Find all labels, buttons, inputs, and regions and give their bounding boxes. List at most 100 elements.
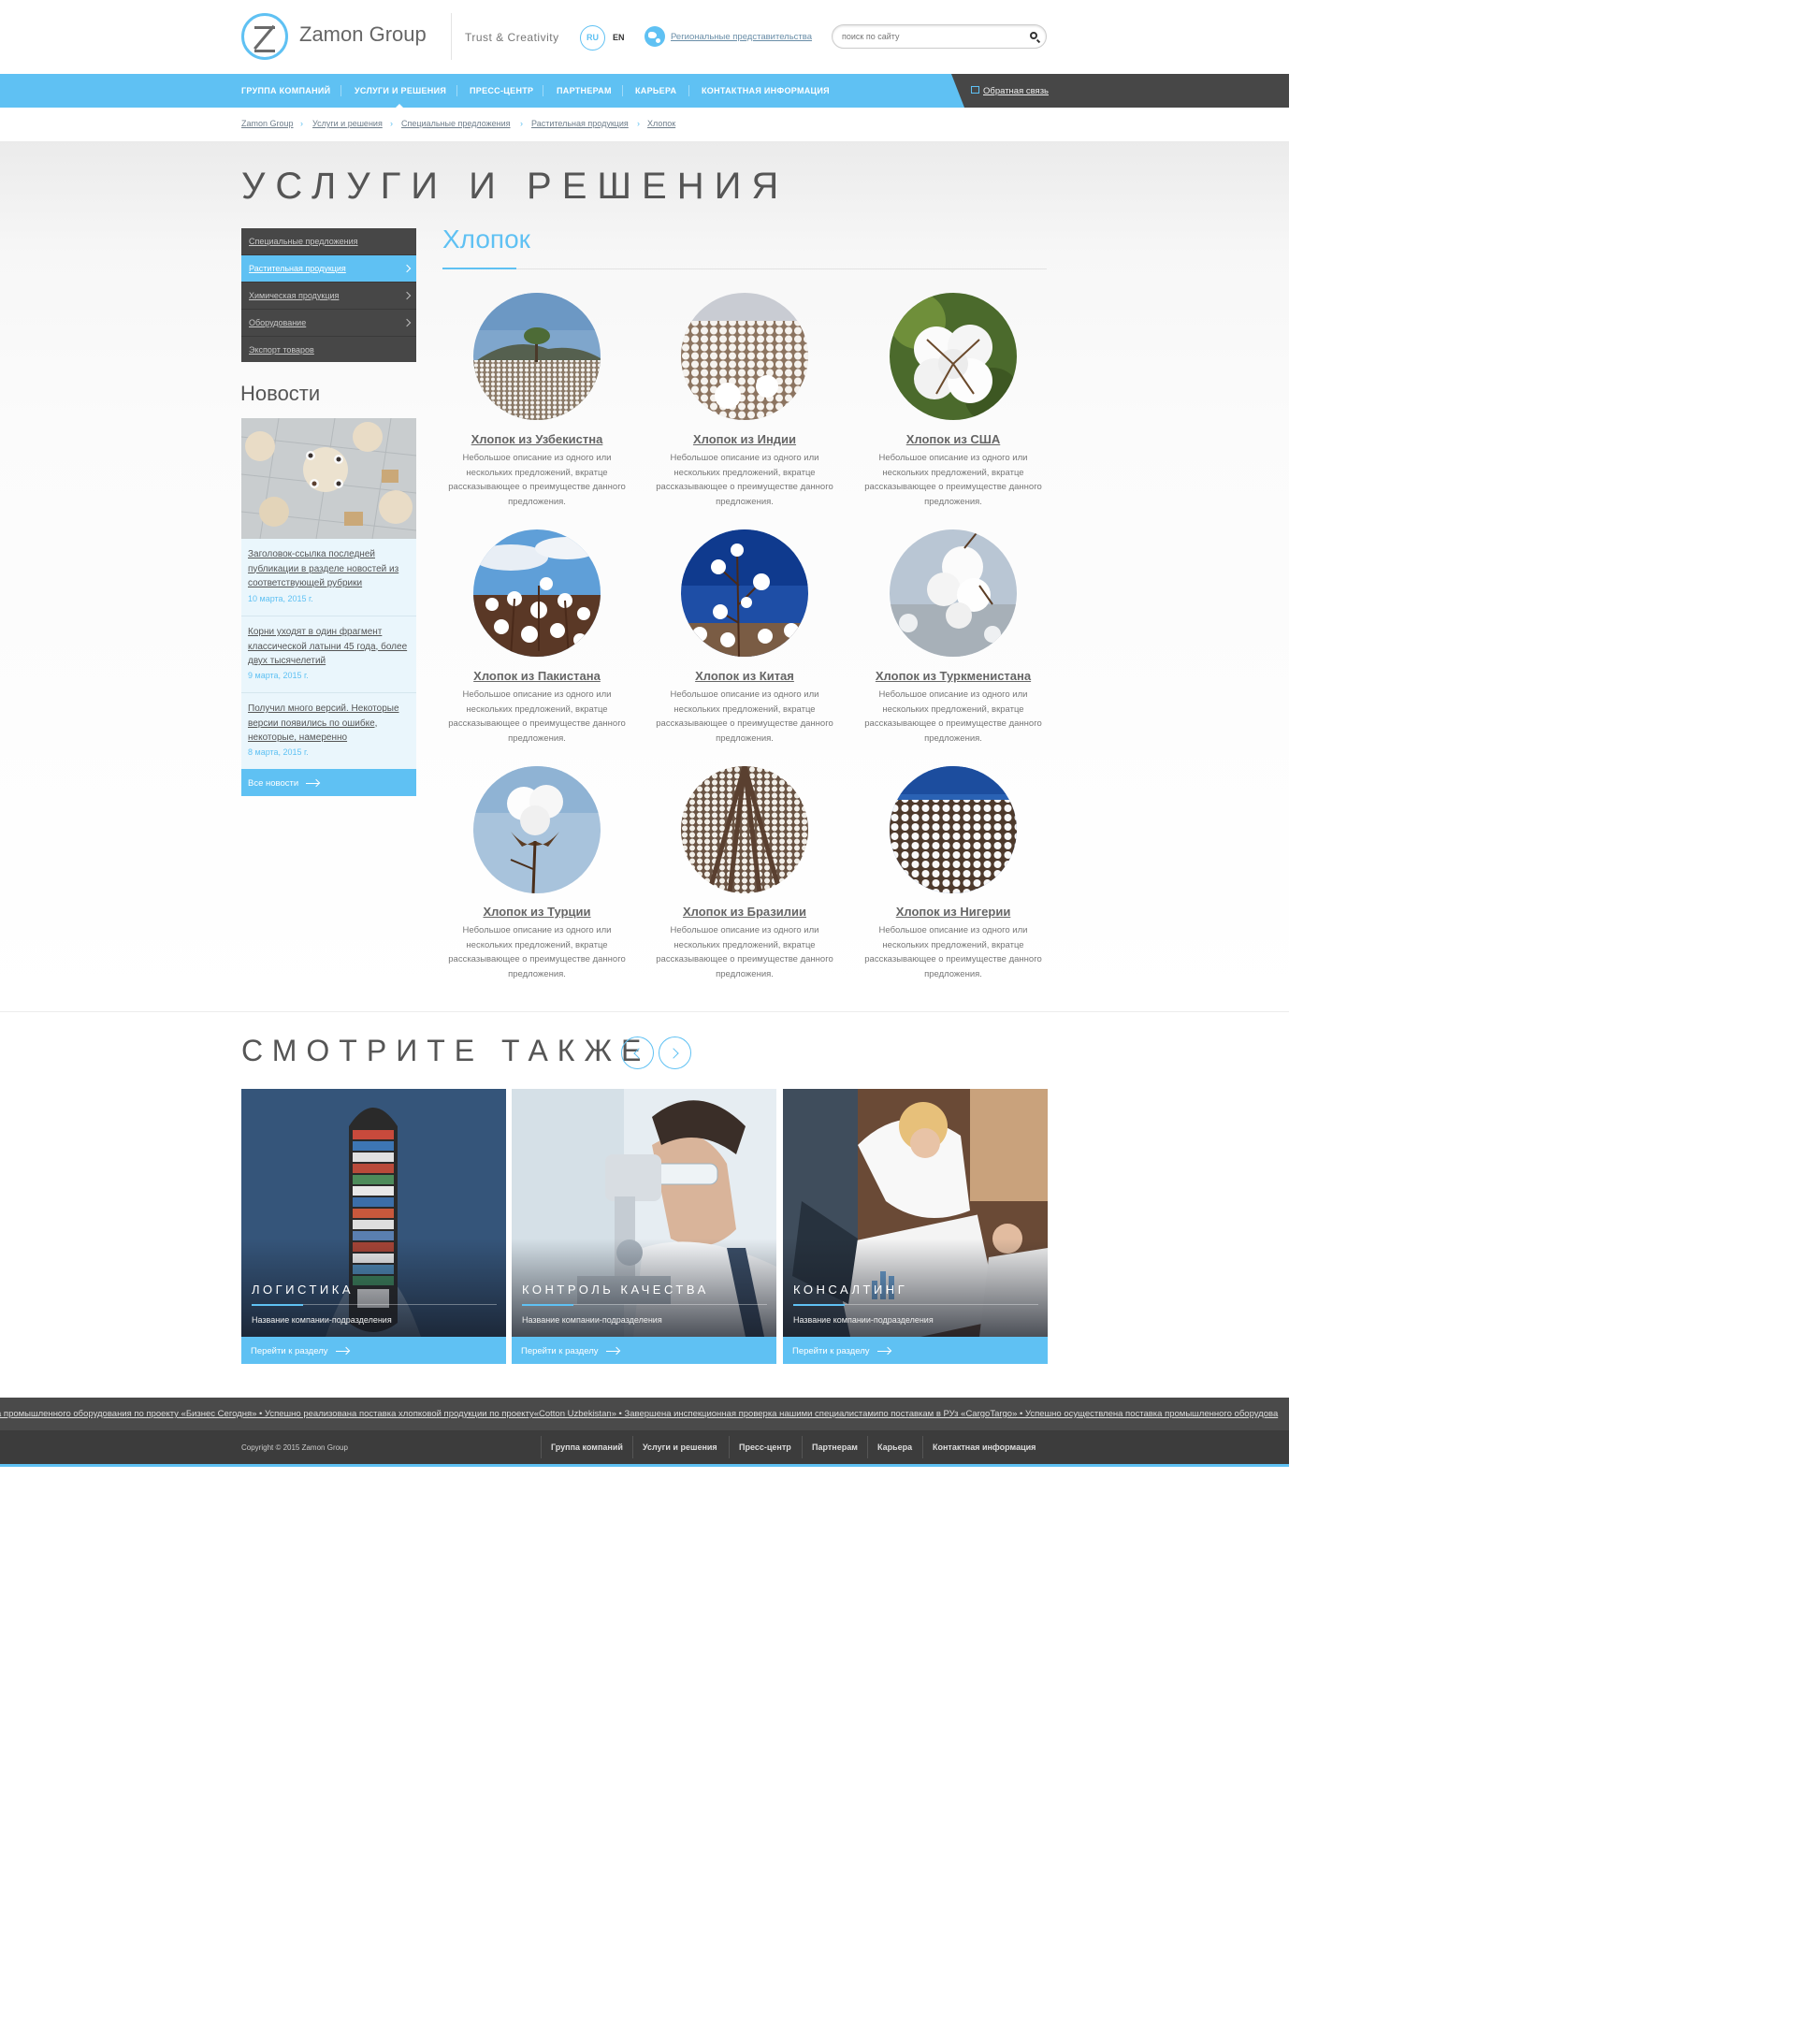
nav-divider <box>456 85 457 96</box>
card-image-turkmenistan[interactable] <box>890 529 1017 657</box>
footer-link-press[interactable]: Пресс-центр <box>739 1442 791 1452</box>
breadcrumb-home[interactable]: Zamon Group <box>241 119 294 128</box>
card-title-india[interactable]: Хлопок из Индии <box>642 432 847 446</box>
breadcrumb-plant[interactable]: Растительная продукция <box>531 119 629 128</box>
breadcrumb-special[interactable]: Специальные предложения <box>401 119 511 128</box>
footer-accent-bar <box>0 1464 1289 1467</box>
card-title-pakistan[interactable]: Хлопок из Пакистана <box>434 669 640 683</box>
tile-go-button[interactable]: Перейти к разделу <box>783 1337 1048 1364</box>
card-desc: Небольшое описание из одного или несколь… <box>656 689 833 744</box>
card-desc: Небольшое описание из одного или несколь… <box>864 689 1042 744</box>
card-desc: Небольшое описание из одного или несколь… <box>448 453 626 507</box>
card-image-uzbekistan[interactable] <box>473 293 601 420</box>
footer-link-services[interactable]: Услуги и решения <box>643 1442 717 1452</box>
card-title-turkey[interactable]: Хлопок из Турции <box>434 905 640 919</box>
active-nav-indicator <box>396 104 403 108</box>
news-item-date: 10 марта, 2015 г. <box>248 594 313 603</box>
tile-go-label: Перейти к разделу <box>521 1346 599 1356</box>
search-box <box>832 24 1047 49</box>
chevron-right-icon: › <box>390 119 393 128</box>
section-divider <box>442 268 1047 269</box>
content-background <box>0 141 1289 1012</box>
nav-divider <box>340 85 341 96</box>
sidebar-item-chemical[interactable]: Химическая продукция <box>241 283 416 310</box>
sidebar-item-export[interactable]: Экспорт товаров <box>241 337 416 364</box>
sidebar-item-plant[interactable]: Растительная продукция <box>241 255 416 283</box>
divider-accent <box>793 1304 845 1306</box>
ticker-text[interactable]: а промышленного оборудования по проекту … <box>0 1409 1278 1419</box>
carousel-next-button[interactable] <box>659 1036 691 1069</box>
footer-link-career[interactable]: Карьера <box>877 1442 912 1452</box>
search-icon[interactable] <box>1030 32 1037 39</box>
card-title-turkmenistan[interactable]: Хлопок из Туркменистана <box>850 669 1056 683</box>
divider-accent <box>522 1304 573 1306</box>
footer-link-group[interactable]: Группа компаний <box>551 1442 623 1452</box>
tile-title: Консалтинг <box>793 1283 908 1297</box>
card-desc: Небольшое описание из одного или несколь… <box>656 453 833 507</box>
arrow-right-icon <box>605 1350 619 1352</box>
nav-item-group[interactable]: Группа компаний <box>241 86 330 95</box>
nav-item-partners[interactable]: Партнерам <box>557 86 612 95</box>
news-image[interactable] <box>241 418 416 539</box>
search-input[interactable] <box>842 30 1020 43</box>
sidebar-item-equipment[interactable]: Оборудование <box>241 310 416 337</box>
news-item-link[interactable]: Получил много версий. Некоторые версии п… <box>248 702 412 746</box>
tile-go-button[interactable]: Перейти к разделу <box>512 1337 776 1364</box>
card-image-brazil[interactable] <box>681 766 808 893</box>
tile-logistics[interactable]: Логистика Название компании-подразделени… <box>241 1089 506 1364</box>
card-title-nigeria[interactable]: Хлопок из Нигерии <box>850 905 1056 919</box>
brand-name[interactable]: Zamon Group <box>299 22 427 47</box>
sidebar-item-special[interactable]: Специальные предложения <box>241 228 416 255</box>
nav-item-press[interactable]: Пресс-центр <box>470 86 533 95</box>
card-image-nigeria[interactable] <box>890 766 1017 893</box>
tile-consulting[interactable]: Консалтинг Название компании-подразделен… <box>783 1089 1048 1364</box>
footer-link-contacts[interactable]: Контактная информация <box>933 1442 1036 1452</box>
feedback-icon <box>971 86 979 94</box>
news-ticker: а промышленного оборудования по проекту … <box>0 1398 1289 1430</box>
globe-icon <box>645 26 665 47</box>
footer-divider <box>541 1436 542 1458</box>
footer-divider <box>632 1436 633 1458</box>
breadcrumb-services[interactable]: Услуги и решения <box>312 119 383 128</box>
card-image-turkey[interactable] <box>473 766 601 893</box>
card-image-india[interactable] <box>681 293 808 420</box>
breadcrumb-current[interactable]: Хлопок <box>647 119 675 128</box>
all-news-label: Все новости <box>248 778 299 789</box>
lang-en-button[interactable]: EN <box>613 33 625 42</box>
tile-go-label: Перейти к разделу <box>251 1346 328 1356</box>
lang-ru-button[interactable]: RU <box>580 25 605 51</box>
footer-divider <box>802 1436 803 1458</box>
all-news-button[interactable]: Все новости <box>241 769 416 796</box>
arrow-right-icon <box>876 1350 891 1352</box>
carousel-prev-button[interactable] <box>621 1036 654 1069</box>
card-image-china[interactable] <box>681 529 808 657</box>
chevron-right-icon: › <box>637 119 640 128</box>
card-title-usa[interactable]: Хлопок из США <box>850 432 1056 446</box>
nav-item-services[interactable]: Услуги и решения <box>355 86 446 95</box>
footer-divider <box>922 1436 923 1458</box>
news-item-link[interactable]: Заголовок-ссылка последней публикации в … <box>248 547 412 591</box>
tile-quality-control[interactable]: Контроль качества Название компании-подр… <box>512 1089 776 1364</box>
slogan: Trust & Creativity <box>465 31 559 44</box>
page: Zamon Group Trust & Creativity RU EN Рег… <box>0 0 1289 1467</box>
regional-offices-link[interactable]: Региональные представительства <box>671 32 812 42</box>
footer-link-partners[interactable]: Партнерам <box>812 1442 858 1452</box>
tile-title: Контроль качества <box>522 1283 709 1297</box>
card-title-brazil[interactable]: Хлопок из Бразилии <box>642 905 847 919</box>
news-item-link[interactable]: Корни уходят в один фрагмент классическо… <box>248 625 412 669</box>
tile-go-button[interactable]: Перейти к разделу <box>241 1337 506 1364</box>
logo-icon[interactable] <box>241 13 288 60</box>
copyright: Copyright © 2015 Zamon Group <box>241 1443 348 1452</box>
nav-item-career[interactable]: Карьера <box>635 86 676 95</box>
footer-divider <box>729 1436 730 1458</box>
tile-subtitle: Название компании-подразделения <box>793 1315 934 1325</box>
card-title-uzbekistan[interactable]: Хлопок из Узбекистна <box>434 432 640 446</box>
card-image-usa[interactable] <box>890 293 1017 420</box>
nav-item-contacts[interactable]: Контактная информация <box>702 86 830 95</box>
card-desc: Небольшое описание из одного или несколь… <box>656 925 833 979</box>
card-image-pakistan[interactable] <box>473 529 601 657</box>
arrow-right-icon <box>306 782 320 784</box>
tile-title: Логистика <box>252 1283 355 1297</box>
card-title-china[interactable]: Хлопок из Китая <box>642 669 847 683</box>
feedback-link[interactable]: Обратная связь <box>983 86 1049 96</box>
